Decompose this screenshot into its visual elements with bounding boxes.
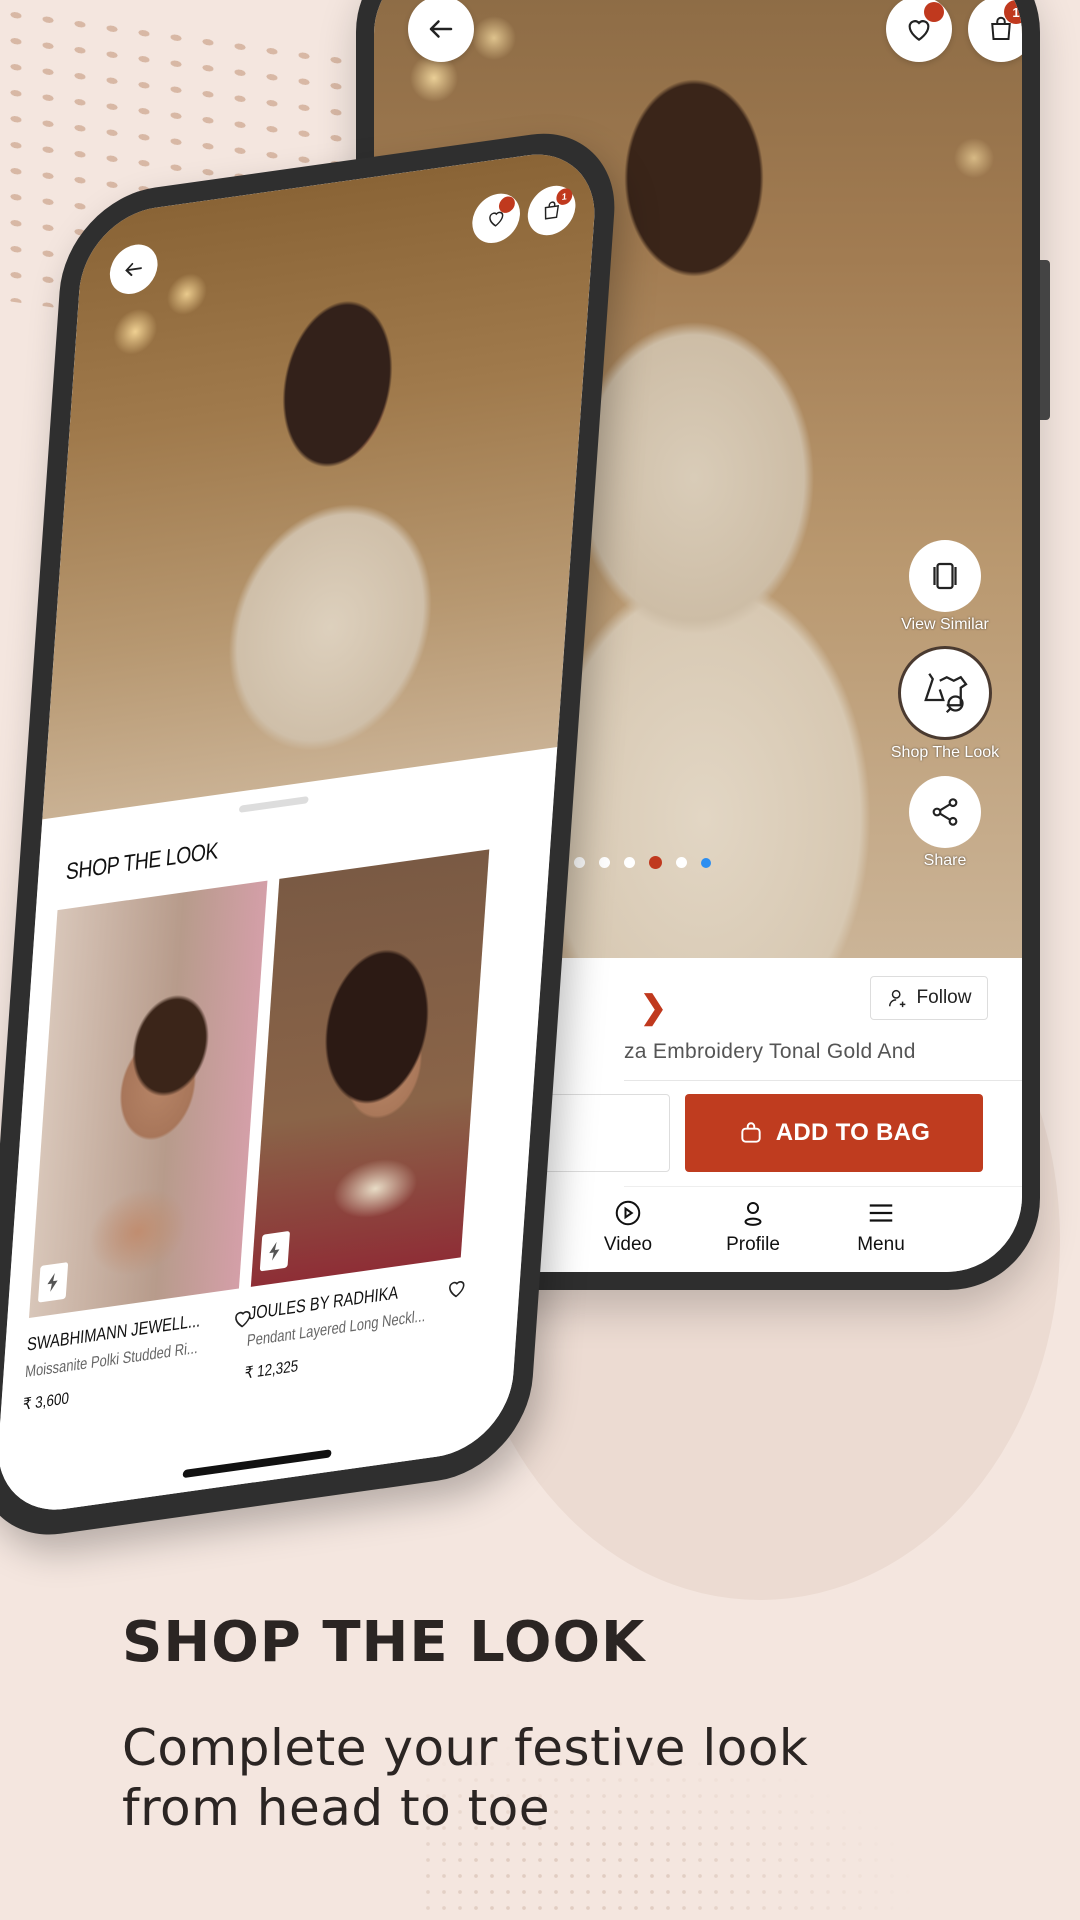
carousel-dot[interactable] — [624, 857, 635, 868]
quick-ship-badge — [259, 1230, 291, 1272]
sheet-title: SHOP THE LOOK — [65, 836, 220, 885]
divider — [624, 1080, 1022, 1081]
product-card[interactable]: SWABHIMANN JEWELL... Moissanite Polki St… — [22, 880, 268, 1415]
share-button[interactable]: Share — [890, 776, 1000, 870]
heart-icon[interactable] — [444, 1274, 469, 1302]
nav-video-label: Video — [603, 1234, 653, 1255]
carousel-indicator — [574, 856, 711, 869]
carousel-dot-active[interactable] — [649, 856, 662, 869]
wishlist-outline-button[interactable] — [534, 1094, 670, 1172]
product-title: za Embroidery Tonal Gold And — [624, 1040, 916, 1063]
profile-icon — [744, 1202, 762, 1226]
product-image — [29, 880, 268, 1319]
view-similar-label: View Similar — [901, 616, 989, 633]
sheet-drag-handle[interactable] — [238, 796, 309, 813]
promo-subline-line-2: from head to toe — [122, 1779, 551, 1837]
share-label: Share — [923, 852, 967, 869]
shop-the-look-button[interactable]: Shop The Look — [890, 646, 1000, 762]
add-to-bag-label: ADD TO BAG — [775, 1119, 931, 1146]
promo-headline: SHOP THE LOOK — [122, 1610, 646, 1675]
left-phone-mockup: 1 SHOP THE LOOK SWABHIMANN JEWELL... Moi… — [0, 122, 621, 1547]
menu-icon — [869, 1204, 893, 1222]
wishlist-dot — [498, 195, 516, 214]
carousel-dot[interactable] — [676, 857, 687, 868]
view-similar-button[interactable]: View Similar — [890, 540, 1000, 634]
bag-icon — [741, 1122, 761, 1143]
lightning-icon — [269, 1241, 280, 1261]
quick-ship-badge — [37, 1262, 69, 1303]
share-icon — [932, 798, 958, 826]
divider — [624, 1186, 1022, 1187]
carousel-dot-video[interactable] — [701, 857, 711, 868]
follow-label: Follow — [916, 987, 972, 1008]
bag-count-badge: 1 — [555, 187, 573, 206]
product-image — [250, 849, 490, 1287]
video-icon — [615, 1200, 641, 1226]
lightning-icon — [47, 1272, 58, 1292]
bag-count-badge: 1 — [1004, 0, 1022, 24]
nav-profile[interactable]: Profile — [689, 1198, 817, 1256]
shop-the-look-sheet: SHOP THE LOOK SWABHIMANN JEWELL... Moiss… — [0, 746, 558, 1519]
phone-side-button — [1040, 260, 1050, 420]
carousel-dot[interactable] — [599, 857, 610, 868]
product-card[interactable]: JOULES BY RADHIKA Pendant Layered Long N… — [244, 849, 490, 1383]
promo-subline: Complete your festive look from head to … — [122, 1718, 822, 1838]
carousel-dot[interactable] — [574, 857, 585, 868]
wishlist-dot — [924, 2, 944, 22]
shop-the-look-label: Shop The Look — [890, 744, 1000, 761]
arrow-left-icon — [429, 20, 453, 38]
follow-button[interactable]: Follow — [870, 976, 988, 1020]
view-similar-icon — [933, 562, 957, 590]
shop-the-look-icon — [924, 673, 968, 714]
add-to-bag-button[interactable]: ADD TO BAG — [685, 1094, 983, 1172]
promo-subline-line-1: Complete your festive look — [122, 1719, 809, 1777]
nav-menu[interactable]: Menu — [817, 1198, 945, 1256]
user-plus-icon — [888, 989, 905, 1008]
nav-menu-label: Menu — [857, 1234, 905, 1255]
left-phone-screen: 1 SHOP THE LOOK SWABHIMANN JEWELL... Moi… — [0, 145, 600, 1519]
nav-profile-label: Profile — [726, 1234, 780, 1255]
nav-video[interactable]: Video — [564, 1198, 692, 1256]
arrow-left-icon — [125, 262, 142, 277]
chevron-right-icon[interactable]: ❯ — [640, 988, 667, 1026]
